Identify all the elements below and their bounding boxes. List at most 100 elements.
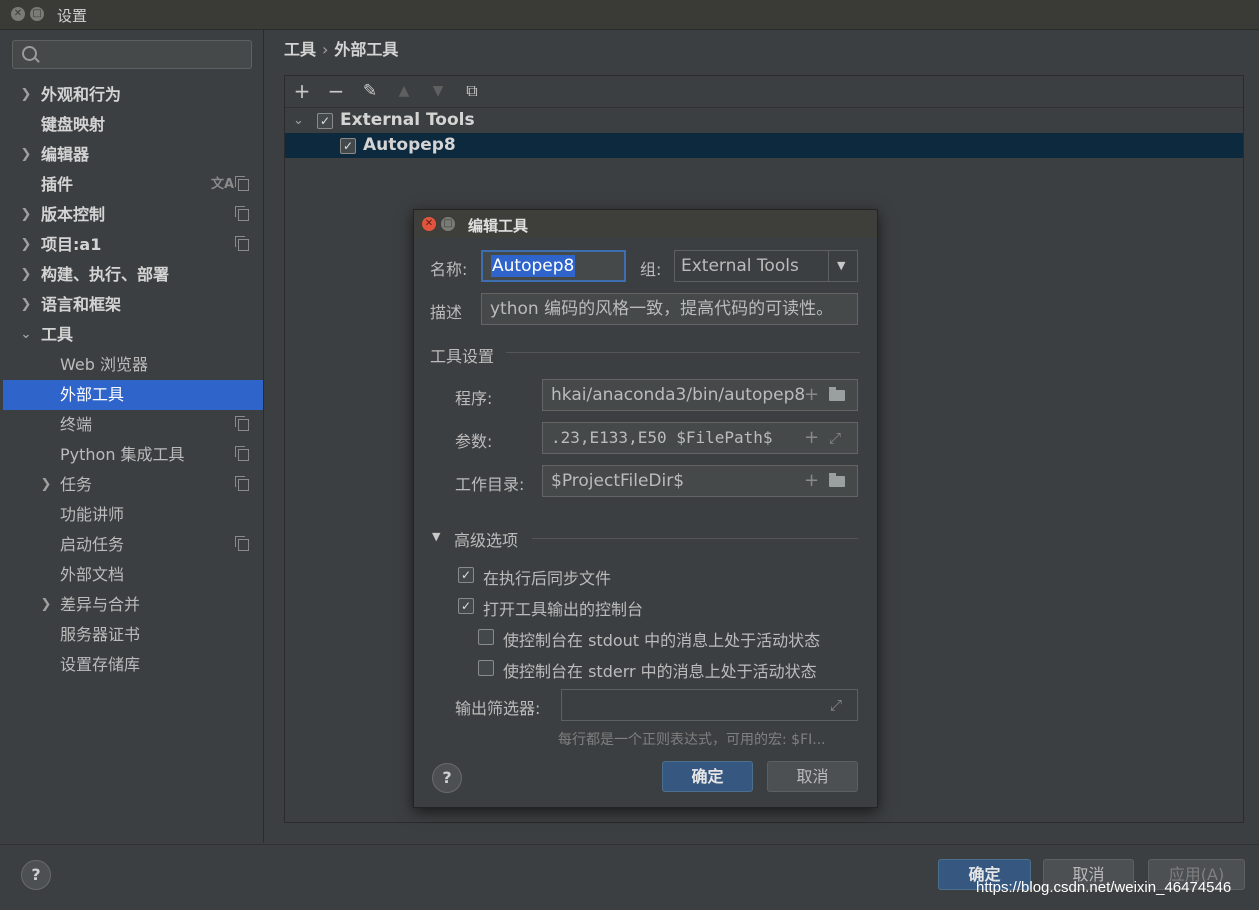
description-label: 描述 xyxy=(430,303,463,322)
output-filter-input[interactable]: ⤢ xyxy=(561,689,858,721)
sidebar-item-editor[interactable]: ❯ 编辑器 xyxy=(3,140,263,170)
advanced-options-title[interactable]: 高级选项 xyxy=(454,527,518,551)
name-input-value: Autopep8 xyxy=(491,255,576,277)
sidebar-item-startup-tasks[interactable]: 启动任务 xyxy=(3,530,263,560)
settings-help-button[interactable]: ? xyxy=(21,860,51,890)
tool-settings-title: 工具设置 xyxy=(430,347,495,366)
output-filter-label: 输出筛选器: xyxy=(455,699,541,718)
program-input[interactable]: hkai/anaconda3/bin/autopep8 + xyxy=(542,379,858,411)
sidebar-item-appearance[interactable]: ❯ 外观和行为 xyxy=(3,80,263,110)
project-settings-icon xyxy=(235,476,249,491)
chevron-right-icon[interactable]: ❯ xyxy=(19,260,33,290)
project-settings-icon xyxy=(235,446,249,461)
sidebar-item-productivity-guide[interactable]: 功能讲师 xyxy=(3,500,263,530)
tree-group-external-tools[interactable]: ⌄ ✓ External Tools xyxy=(285,108,1243,133)
sidebar-item-server-certificates[interactable]: 服务器证书 xyxy=(3,620,263,650)
workdir-label: 工作目录: xyxy=(455,475,525,494)
sidebar-item-keymap[interactable]: 键盘映射 xyxy=(3,110,263,140)
sidebar-item-tasks[interactable]: ❯ 任务 xyxy=(3,470,263,500)
description-input[interactable]: ython 编码的风格一致，提高代码的可读性。 xyxy=(481,293,858,325)
stderr-checkbox[interactable] xyxy=(478,660,494,676)
workdir-input[interactable]: $ProjectFileDir$ + xyxy=(542,465,858,497)
group-select-value: External Tools xyxy=(681,256,799,276)
window-title: 设置 xyxy=(57,7,88,25)
sidebar-item-python-tools[interactable]: Python 集成工具 xyxy=(3,440,263,470)
breadcrumb: 工具 › 外部工具 xyxy=(284,36,398,60)
expand-icon[interactable]: ⤢ xyxy=(830,690,842,720)
program-label: 程序: xyxy=(455,389,493,408)
chevron-right-icon[interactable]: ❯ xyxy=(19,140,33,170)
dialog-help-button[interactable]: ? xyxy=(432,763,462,793)
sidebar-item-version-control[interactable]: ❯ 版本控制 xyxy=(3,200,263,230)
minimize-window-icon[interactable]: □ xyxy=(30,7,44,21)
edit-icon[interactable]: ✎ xyxy=(359,80,381,102)
name-input[interactable]: Autopep8 xyxy=(481,250,626,282)
folder-icon[interactable] xyxy=(829,473,845,487)
add-icon[interactable]: + xyxy=(291,80,313,102)
sidebar-item-project[interactable]: ❯ 项目:a1 xyxy=(3,230,263,260)
translate-icon: 文A xyxy=(211,177,235,192)
project-settings-icon xyxy=(235,176,249,191)
arguments-value: .23,E133,E50 $FilePath$ xyxy=(551,428,773,447)
move-down-icon[interactable]: ▼ xyxy=(427,80,449,102)
group-select[interactable]: External Tools ▼ xyxy=(674,250,858,282)
settings-sidebar: ❯ 外观和行为 键盘映射 ❯ 编辑器 插件 文A ❯ 版本控制 ❯ 项目:a1 … xyxy=(0,30,264,843)
breadcrumb-parent[interactable]: 工具 xyxy=(284,40,316,59)
folder-icon[interactable] xyxy=(829,387,845,401)
chevron-right-icon[interactable]: ❯ xyxy=(19,80,33,110)
chevron-right-icon[interactable]: ❯ xyxy=(19,200,33,230)
sidebar-item-build[interactable]: ❯ 构建、执行、部署 xyxy=(3,260,263,290)
workdir-value: $ProjectFileDir$ xyxy=(551,471,685,491)
dialog-ok-button[interactable]: 确定 xyxy=(662,761,753,792)
sync-files-checkbox[interactable]: ✓ xyxy=(458,567,474,583)
dialog-titlebar: ✕ □ 编辑工具 xyxy=(414,210,877,238)
tool-checkbox[interactable]: ✓ xyxy=(340,138,356,154)
sidebar-item-external-tools[interactable]: 外部工具 xyxy=(3,380,263,410)
edit-tool-dialog: ✕ □ 编辑工具 名称: Autopep8 组: External Tools … xyxy=(413,209,878,808)
arguments-input[interactable]: .23,E133,E50 $FilePath$ + ⤢ xyxy=(542,422,858,454)
sidebar-item-terminal[interactable]: 终端 xyxy=(3,410,263,440)
chevron-right-icon[interactable]: ❯ xyxy=(39,590,53,620)
sidebar-item-settings-repository[interactable]: 设置存储库 xyxy=(3,650,263,680)
search-icon xyxy=(22,46,37,61)
settings-search-input[interactable] xyxy=(12,40,252,69)
sidebar-item-plugins[interactable]: 插件 文A xyxy=(3,170,263,200)
sidebar-item-web-browsers[interactable]: Web 浏览器 xyxy=(3,350,263,380)
insert-macro-icon[interactable]: + xyxy=(804,423,819,453)
arguments-label: 参数: xyxy=(455,432,493,451)
chevron-right-icon[interactable]: ❯ xyxy=(19,230,33,260)
chevron-down-icon[interactable]: ⌄ xyxy=(19,320,33,350)
section-divider xyxy=(506,352,860,353)
chevron-right-icon[interactable]: ❯ xyxy=(39,470,53,500)
remove-icon[interactable]: − xyxy=(325,80,347,102)
project-settings-icon xyxy=(235,536,249,551)
select-divider xyxy=(828,251,829,281)
copy-icon[interactable]: ⧉ xyxy=(461,80,483,102)
collapse-triangle-icon[interactable]: ▼ xyxy=(432,530,440,543)
expand-icon[interactable]: ⤢ xyxy=(829,423,841,453)
dialog-cancel-button[interactable]: 取消 xyxy=(767,761,858,792)
insert-macro-icon[interactable]: + xyxy=(804,380,819,410)
dialog-title: 编辑工具 xyxy=(468,217,529,235)
sidebar-item-languages[interactable]: ❯ 语言和框架 xyxy=(3,290,263,320)
program-value: hkai/anaconda3/bin/autopep8 xyxy=(551,385,806,405)
chevron-right-icon[interactable]: ❯ xyxy=(19,290,33,320)
sidebar-item-diff-merge[interactable]: ❯ 差异与合并 xyxy=(3,590,263,620)
stdout-checkbox[interactable] xyxy=(478,629,494,645)
dropdown-arrow-icon[interactable]: ▼ xyxy=(837,251,845,281)
project-settings-icon xyxy=(235,416,249,431)
open-console-checkbox[interactable]: ✓ xyxy=(458,598,474,614)
chevron-down-icon[interactable]: ⌄ xyxy=(293,108,304,133)
group-checkbox[interactable]: ✓ xyxy=(317,113,333,129)
minimize-icon[interactable]: □ xyxy=(441,217,455,231)
close-window-icon[interactable]: ✕ xyxy=(11,7,25,21)
description-value: ython 编码的风格一致，提高代码的可读性。 xyxy=(490,299,834,319)
tree-item-autopep8[interactable]: ✓ Autopep8 xyxy=(285,133,1243,158)
breadcrumb-current: 外部工具 xyxy=(334,40,399,59)
insert-macro-icon[interactable]: + xyxy=(804,466,819,496)
section-divider xyxy=(532,538,858,539)
sidebar-item-tools[interactable]: ⌄ 工具 xyxy=(3,320,263,350)
sidebar-item-external-docs[interactable]: 外部文档 xyxy=(3,560,263,590)
move-up-icon[interactable]: ▲ xyxy=(393,80,415,102)
close-icon[interactable]: ✕ xyxy=(422,217,436,231)
